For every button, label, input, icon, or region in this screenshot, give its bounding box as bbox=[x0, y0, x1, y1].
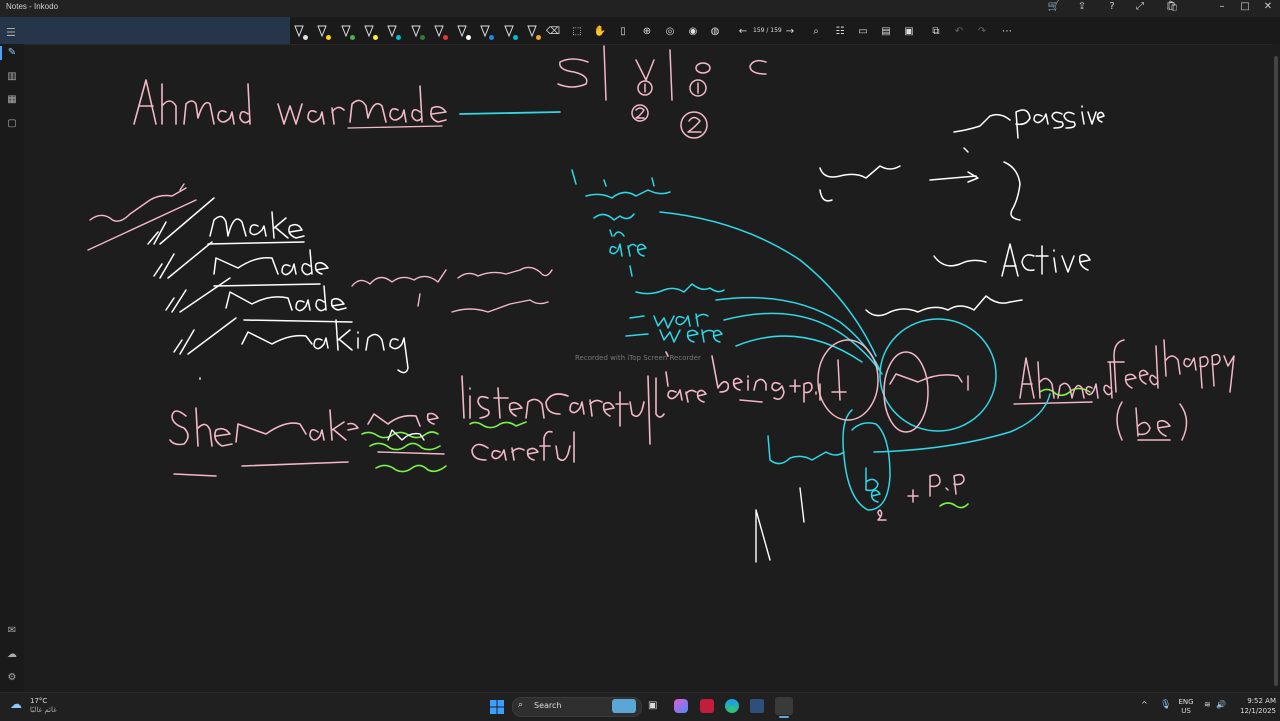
feedback-icon[interactable]: ✉ bbox=[6, 625, 18, 637]
save-icon[interactable]: ▣ bbox=[900, 22, 918, 40]
store-icon[interactable]: 🛍 bbox=[1162, 1, 1182, 12]
fullscreen-icon[interactable]: ⤢ bbox=[1130, 1, 1150, 12]
next-page-icon[interactable]: → bbox=[781, 22, 799, 40]
sidebar bbox=[0, 44, 24, 692]
pen-tool-icon[interactable]: ✎ bbox=[6, 47, 18, 59]
pen-11-icon[interactable] bbox=[523, 22, 541, 40]
toolbar-highlight bbox=[0, 17, 290, 44]
edge-browser-icon[interactable] bbox=[725, 699, 739, 713]
cloud-icon[interactable]: ☁ bbox=[6, 649, 18, 661]
copilot-icon[interactable] bbox=[674, 699, 688, 713]
help-icon[interactable]: ? bbox=[1102, 1, 1122, 12]
keyboard-layout[interactable]: US bbox=[1176, 707, 1196, 715]
menu-icon[interactable]: ☰ bbox=[6, 26, 16, 39]
clipboard-icon[interactable]: ▢ bbox=[6, 118, 18, 130]
notes-app-icon[interactable] bbox=[750, 699, 764, 713]
drawing-canvas[interactable] bbox=[24, 44, 1272, 692]
handwriting-marks bbox=[755, 487, 805, 563]
pen-1-icon[interactable] bbox=[290, 22, 308, 40]
language-indicator[interactable]: ENG bbox=[1176, 698, 1196, 706]
weather-icon[interactable]: ☁ bbox=[10, 697, 22, 711]
volume-icon[interactable]: 🔊 bbox=[1216, 700, 1226, 709]
handwriting-top-sentence bbox=[133, 79, 447, 129]
prev-page-icon[interactable]: ← bbox=[734, 22, 752, 40]
weather-temperature[interactable]: 17°C bbox=[30, 697, 47, 705]
pen-10-icon[interactable] bbox=[500, 22, 518, 40]
green-underlines bbox=[361, 387, 1091, 509]
pen-2-icon[interactable] bbox=[313, 22, 332, 40]
clock-time[interactable]: 9:52 AM bbox=[1232, 697, 1276, 705]
search-highlight-icon bbox=[612, 699, 636, 713]
redo-icon[interactable]: ↷ bbox=[973, 22, 991, 40]
handwriting-she-makes bbox=[169, 351, 821, 477]
blank-line bbox=[459, 111, 561, 115]
pen-8-icon[interactable] bbox=[453, 22, 472, 40]
window-title: Notes - Inkodo bbox=[6, 2, 59, 11]
focus-icon[interactable]: ⊕ bbox=[638, 22, 656, 40]
close-button[interactable]: ✕ bbox=[1258, 1, 1278, 12]
handwriting-svoc bbox=[557, 45, 767, 139]
undo-icon[interactable]: ↶ bbox=[950, 22, 968, 40]
pan-hand-icon[interactable]: ✋ bbox=[591, 22, 609, 40]
palette-icon[interactable]: ◉ bbox=[684, 22, 702, 40]
eraser-icon[interactable]: ⌫ bbox=[544, 22, 562, 40]
media-icon[interactable]: ▦ bbox=[6, 94, 18, 106]
zoom-icon[interactable]: ⌕ bbox=[807, 22, 825, 40]
pen-5-icon[interactable] bbox=[383, 22, 402, 40]
microphone-icon[interactable]: 🎙 bbox=[1160, 700, 1171, 710]
ruler-icon[interactable]: ▯ bbox=[614, 22, 632, 40]
lasso-select-icon[interactable]: ⬚ bbox=[568, 22, 586, 40]
settings-sliders-icon[interactable]: ☷ bbox=[831, 22, 849, 40]
more-icon[interactable]: ⋯ bbox=[998, 22, 1016, 40]
wifi-icon[interactable]: ≋ bbox=[1204, 700, 1211, 709]
laser-icon[interactable]: ◍ bbox=[706, 22, 724, 40]
inkodo-app-icon[interactable] bbox=[775, 697, 793, 715]
tray-overflow-icon[interactable]: ^ bbox=[1141, 700, 1148, 709]
search-label: Search bbox=[534, 701, 562, 710]
pen-7-icon[interactable] bbox=[430, 22, 448, 40]
task-view-icon[interactable]: ▣ bbox=[648, 700, 657, 711]
export-icon[interactable]: ⧉ bbox=[927, 22, 945, 40]
scrollbar-thumb[interactable] bbox=[1274, 56, 1278, 686]
sidebar-active-indicator bbox=[0, 46, 2, 60]
minimize-button[interactable]: – bbox=[1212, 1, 1232, 12]
share-icon[interactable]: ⇪ bbox=[1072, 1, 1092, 12]
gear-icon[interactable]: ⚙ bbox=[6, 672, 18, 684]
new-page-icon[interactable]: ▭ bbox=[854, 22, 872, 40]
shapes-icon[interactable]: ◎ bbox=[661, 22, 679, 40]
library-icon[interactable]: ▥ bbox=[6, 71, 18, 83]
handwriting-pink-notes bbox=[87, 183, 553, 313]
handwriting-passive-active bbox=[819, 105, 1105, 317]
search-icon: ⌕ bbox=[518, 700, 524, 710]
active-app-indicator bbox=[779, 716, 789, 718]
pen-9-icon[interactable] bbox=[476, 22, 495, 40]
handwriting-cyan-notes bbox=[571, 169, 1051, 511]
recorder-watermark: Recorded with iTop Screen Recorder bbox=[575, 354, 701, 362]
cart-icon[interactable]: 🛒 bbox=[1044, 1, 1064, 12]
clock-date[interactable]: 12/1/2025 bbox=[1232, 707, 1276, 715]
pen-4-icon[interactable] bbox=[360, 22, 378, 40]
handwriting-verb-forms bbox=[147, 197, 409, 380]
maximize-button[interactable]: □ bbox=[1235, 1, 1255, 12]
page-counter: 159 / 159 bbox=[753, 27, 782, 34]
windows-start-icon[interactable] bbox=[490, 699, 504, 714]
pen-3-icon[interactable] bbox=[337, 22, 355, 40]
open-folder-icon[interactable]: ▤ bbox=[877, 22, 895, 40]
pen-6-icon[interactable] bbox=[407, 22, 425, 40]
recorder-app-icon[interactable] bbox=[700, 699, 714, 713]
weather-description[interactable]: غائم غالبًا bbox=[30, 706, 57, 714]
